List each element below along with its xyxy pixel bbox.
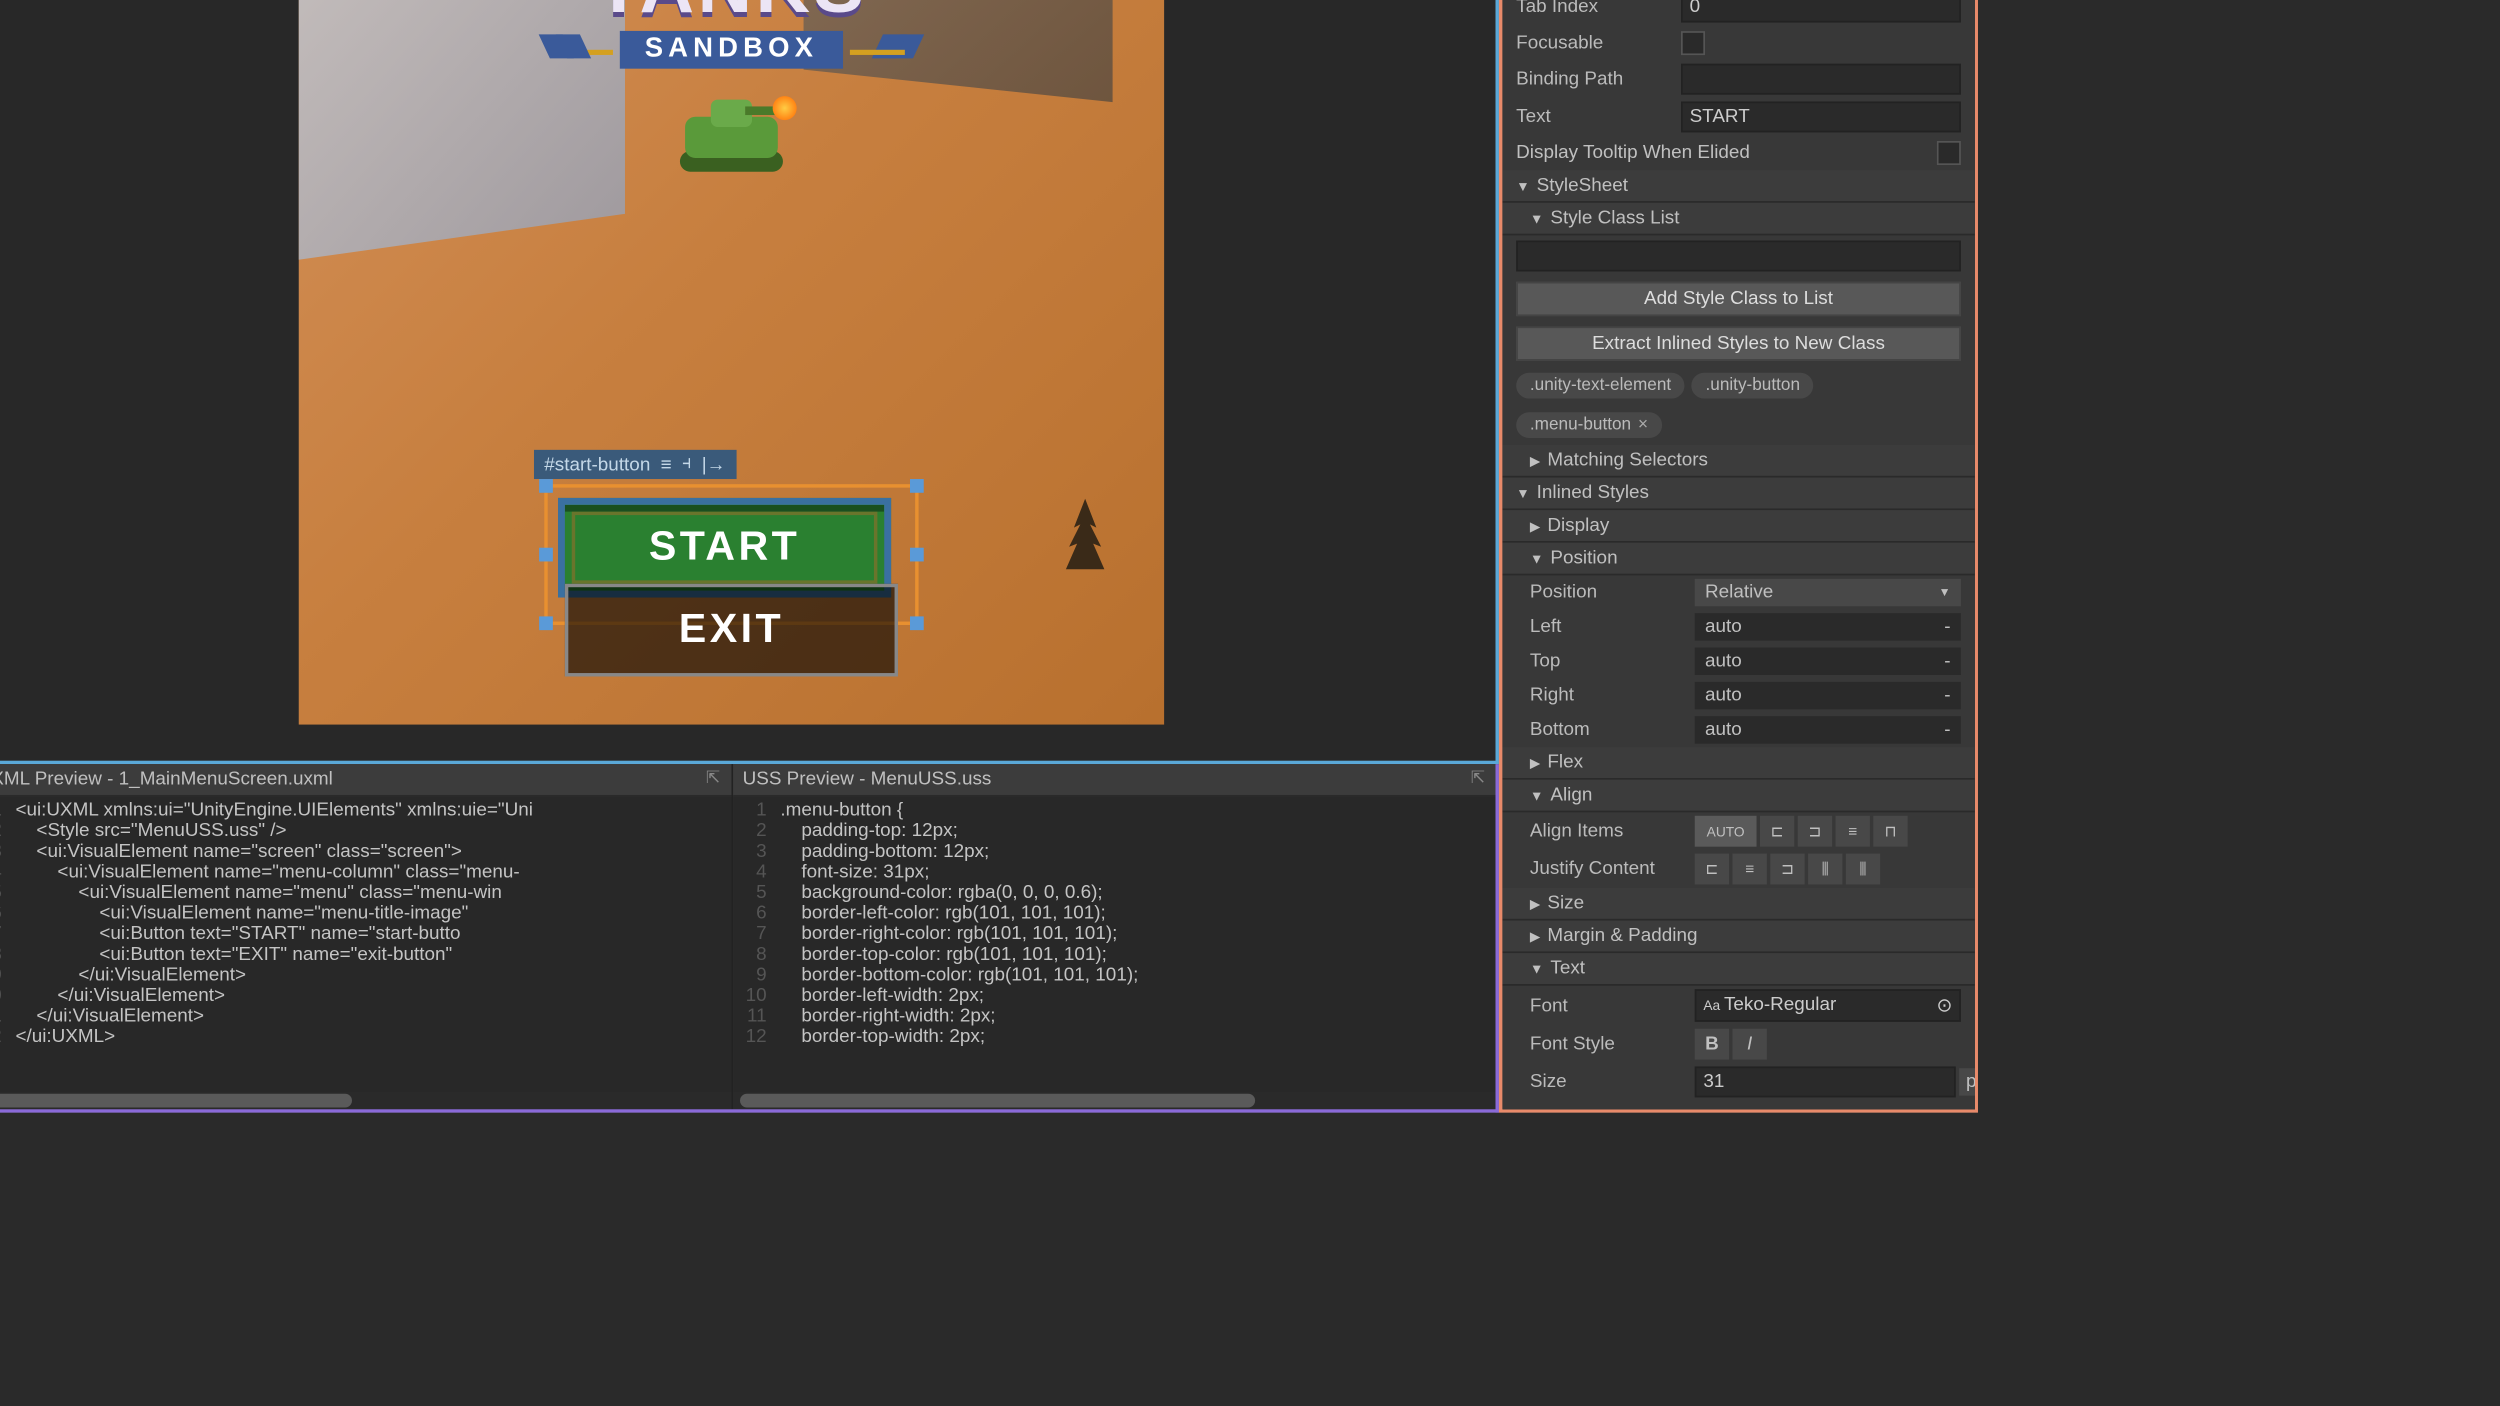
focusable-checkbox[interactable] xyxy=(1681,31,1705,55)
left-field[interactable]: auto- xyxy=(1695,613,1961,640)
uss-preview-title: USS Preview xyxy=(743,769,854,790)
code-previews: 5 UXML Preview - 1_MainMenuScreen.uxml ⇱… xyxy=(0,764,1499,1113)
fontsize-field[interactable] xyxy=(1695,1066,1956,1097)
selection-label: #start-button ≡ ⫞ |→ xyxy=(534,450,736,479)
section-text[interactable]: ▼Text xyxy=(1502,953,1974,986)
scrollbar[interactable] xyxy=(732,1092,1495,1109)
popout-icon[interactable]: ⇱ xyxy=(1471,769,1485,790)
game-start-button[interactable]: START xyxy=(558,498,891,598)
justify-button[interactable]: ⊐ xyxy=(1770,853,1804,884)
uxml-preview-title: UXML Preview xyxy=(0,769,102,790)
tank-sprite xyxy=(676,89,786,171)
section-margin[interactable]: ▶Margin & Padding xyxy=(1502,920,1974,953)
inspector-panel: 6 Inspector ▼Button Name View Data Key P… xyxy=(1499,0,1978,1113)
section-position[interactable]: ▼Position xyxy=(1502,543,1974,576)
align-button[interactable]: ⊏ xyxy=(1760,816,1794,847)
align-icon[interactable]: ≡ xyxy=(661,454,672,475)
align-button[interactable]: ⊐ xyxy=(1798,816,1832,847)
section-size[interactable]: ▶Size xyxy=(1502,888,1974,921)
scrollbar[interactable] xyxy=(0,1092,731,1109)
class-pill[interactable]: .unity-text-element xyxy=(1516,373,1685,399)
justify-button[interactable]: ≡ xyxy=(1732,853,1766,884)
justify-button[interactable]: ⊏ xyxy=(1695,853,1729,884)
right-field[interactable]: auto- xyxy=(1695,682,1961,709)
bold-button[interactable]: B xyxy=(1695,1028,1729,1059)
align-auto-button[interactable]: AUTO xyxy=(1695,816,1757,847)
game-exit-button[interactable]: EXIT xyxy=(565,584,898,677)
uxml-code: 1<ui:UXML xmlns:ui="UnityEngine.UIElemen… xyxy=(0,797,731,1092)
class-pill[interactable]: .unity-button xyxy=(1692,373,1814,399)
section-align[interactable]: ▼Align xyxy=(1502,780,1974,813)
class-input[interactable] xyxy=(1516,240,1961,271)
add-class-button[interactable]: Add Style Class to List xyxy=(1516,282,1961,316)
game-title: TANKS xyxy=(596,0,868,31)
viewport-panel: 4 Viewport - UI Builder 1.0.0-preview.11… xyxy=(0,0,1499,764)
position-dropdown[interactable]: Relative▼ xyxy=(1695,579,1961,606)
align-button[interactable]: ⊓ xyxy=(1873,816,1907,847)
section-classlist[interactable]: ▼Style Class List xyxy=(1502,203,1974,236)
popout-icon[interactable]: ⇱ xyxy=(706,769,720,790)
section-stylesheet[interactable]: ▼StyleSheet xyxy=(1502,170,1974,203)
extract-styles-button[interactable]: Extract Inlined Styles to New Class xyxy=(1516,326,1961,360)
tabindex-field[interactable] xyxy=(1681,0,1961,22)
font-field[interactable]: Aa Teko-Regular⊙ xyxy=(1695,989,1961,1022)
align-button[interactable]: ≡ xyxy=(1835,816,1869,847)
uss-code: 1.menu-button {2 padding-top: 12px;3 pad… xyxy=(732,797,1495,1092)
align-icon[interactable]: ⫞ xyxy=(682,453,691,475)
class-pill[interactable]: .menu-button xyxy=(1516,412,1662,438)
section-matching[interactable]: ▶Matching Selectors xyxy=(1502,445,1974,478)
justify-button[interactable]: ⫼ xyxy=(1846,853,1880,884)
section-inlined[interactable]: ▼Inlined Styles xyxy=(1502,477,1974,510)
top-field[interactable]: auto- xyxy=(1695,647,1961,674)
unit-label[interactable]: px xyxy=(1959,1068,1978,1095)
font-picker-icon[interactable]: ⊙ xyxy=(1936,994,1952,1016)
section-flex[interactable]: ▶Flex xyxy=(1502,747,1974,780)
game-canvas: TANKS SANDBOX #start-button ≡ ⫞ |→ xyxy=(299,0,1164,725)
justify-button[interactable]: ⫼ xyxy=(1808,853,1842,884)
italic-button[interactable]: I xyxy=(1732,1028,1766,1059)
align-icon[interactable]: |→ xyxy=(702,454,726,475)
displaytooltip-checkbox[interactable] xyxy=(1937,141,1961,165)
canvas-area[interactable]: 1_MainMenuScreen.uxml TANKS SANDBOX xyxy=(0,0,1495,761)
bottom-field[interactable]: auto- xyxy=(1695,716,1961,743)
bindingpath-field[interactable] xyxy=(1681,64,1961,95)
game-subtitle: SANDBOX xyxy=(645,34,818,65)
text-field[interactable] xyxy=(1681,101,1961,132)
section-display[interactable]: ▶Display xyxy=(1502,510,1974,543)
